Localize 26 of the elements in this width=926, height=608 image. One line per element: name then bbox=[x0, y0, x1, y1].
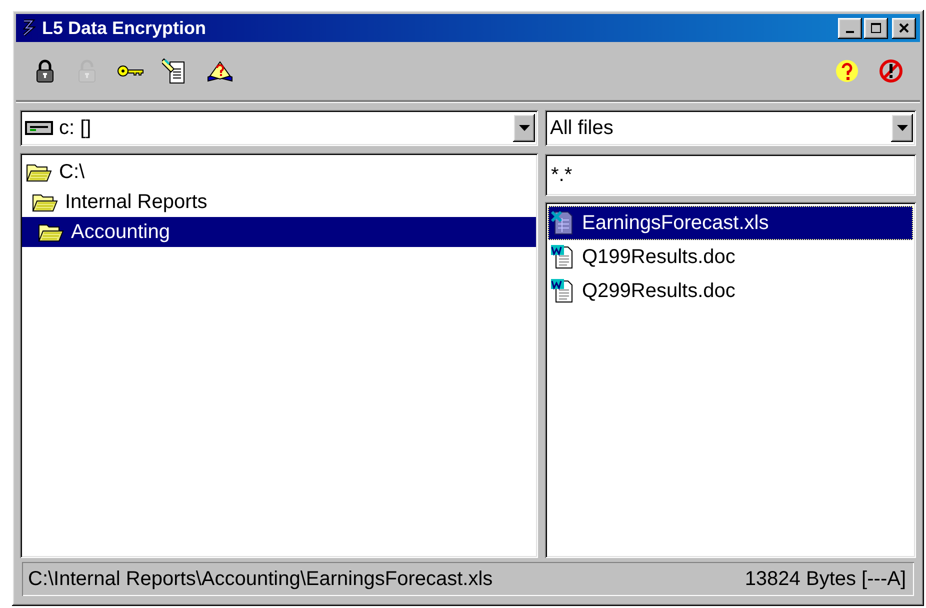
close-button[interactable] bbox=[892, 18, 916, 38]
file-type-dropdown[interactable]: All files bbox=[545, 110, 916, 146]
drive-icon bbox=[25, 120, 53, 136]
drive-dropdown[interactable]: c: [] bbox=[20, 110, 538, 146]
app-icon bbox=[20, 19, 36, 37]
file-item[interactable]: Q199Results.doc bbox=[548, 240, 913, 274]
caret-icon bbox=[518, 125, 530, 131]
dropdown-arrow-button[interactable] bbox=[513, 114, 535, 142]
folder-item[interactable]: Internal Reports bbox=[22, 187, 536, 217]
help-icon bbox=[834, 58, 860, 84]
file-size-text: 13824 Bytes [---A] bbox=[744, 568, 906, 590]
close-icon bbox=[898, 22, 910, 34]
window-title: L5 Data Encryption bbox=[42, 18, 208, 38]
exit-icon bbox=[878, 58, 904, 84]
maximize-icon bbox=[870, 22, 882, 34]
maximize-button[interactable] bbox=[864, 18, 888, 38]
minimize-button[interactable] bbox=[838, 18, 862, 38]
minimize-icon bbox=[846, 31, 854, 33]
folder-item[interactable]: C:\ bbox=[22, 157, 536, 187]
caret-icon bbox=[896, 125, 908, 131]
dropdown-arrow-button[interactable] bbox=[891, 114, 913, 142]
file-item[interactable]: Q299Results.doc bbox=[548, 274, 913, 308]
file-path-text: C:\Internal Reports\Accounting\EarningsForecast.xls bbox=[28, 568, 493, 590]
file-item[interactable]: EarningsForecast.xls bbox=[548, 206, 913, 240]
folder-item[interactable]: Accounting bbox=[22, 217, 536, 247]
filter-field[interactable]: *.* bbox=[545, 154, 916, 196]
